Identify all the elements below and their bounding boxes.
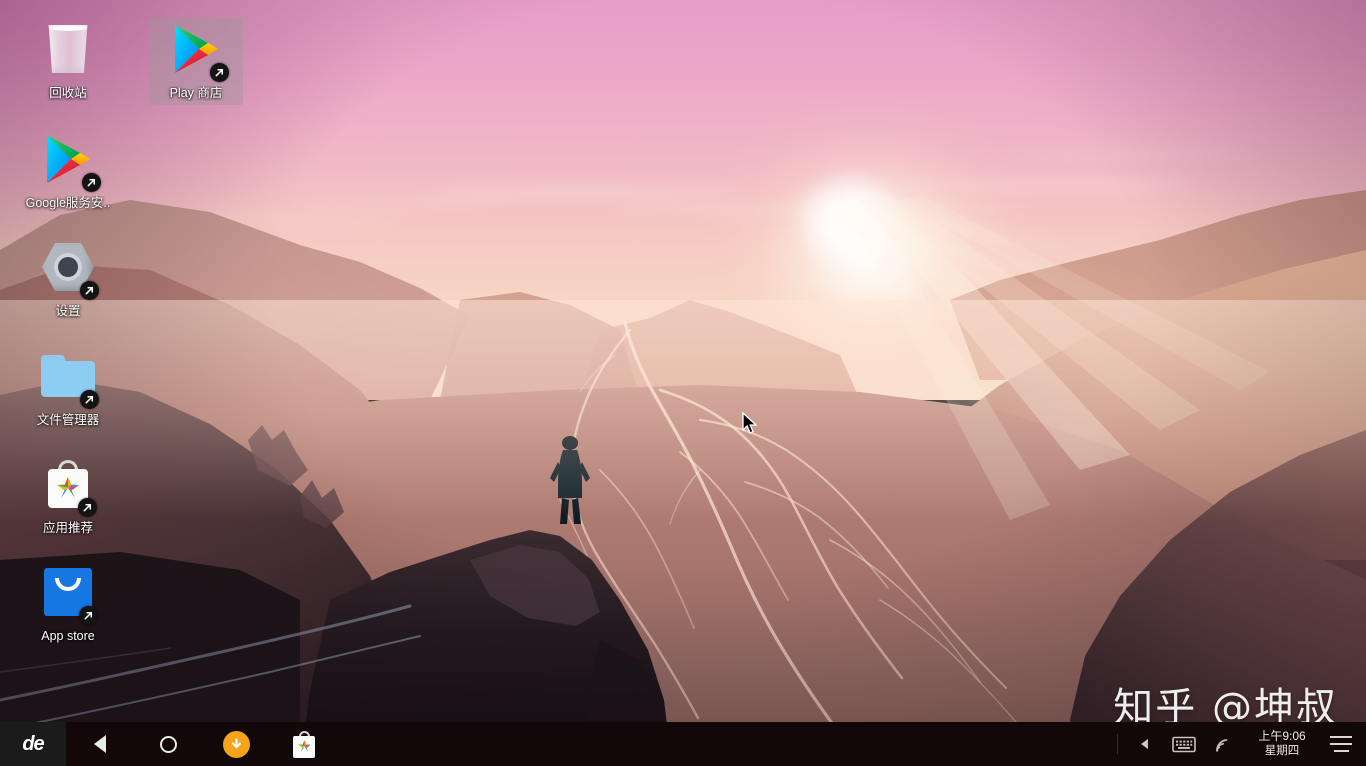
clock-day: 星期四 <box>1264 745 1300 757</box>
star-bag-icon <box>292 730 316 758</box>
back-triangle-icon <box>94 735 106 753</box>
desktop-icon-label: Play 商店 <box>169 86 223 100</box>
hamburger-menu-icon <box>1330 736 1352 738</box>
desktop-icon-file-manager[interactable]: 文件管理器 <box>21 345 115 428</box>
chevron-left-icon <box>1140 739 1148 749</box>
shortcut-arrow-icon <box>79 606 98 625</box>
hamburger-menu-icon <box>1330 743 1352 745</box>
download-arrow-icon <box>222 730 250 758</box>
keyboard-button[interactable] <box>1164 722 1204 766</box>
desktop-icon-label: Google服务安.. <box>25 196 111 210</box>
desktop-icon-google-services[interactable]: Google服务安.. <box>21 128 115 211</box>
taskbar-clock[interactable]: 上午9:06 星期四 <box>1244 729 1320 759</box>
icon-graphic-wrap <box>21 236 115 300</box>
icon-graphic-wrap <box>149 18 243 82</box>
icon-graphic-wrap <box>21 345 115 409</box>
desktop-icon-recycle-bin[interactable]: 回收站 <box>21 18 115 101</box>
clock-time: 上午9:06 <box>1258 729 1306 743</box>
desktop-icon-app-recommend[interactable]: 应用推荐 <box>21 453 115 536</box>
system-tray: 上午9:06 星期四 <box>1111 722 1366 766</box>
desktop-icon-label: 设置 <box>55 304 81 318</box>
launcher-button[interactable]: de <box>0 722 66 766</box>
desktop-icon-label: App store <box>41 629 95 643</box>
shortcut-arrow-icon <box>82 173 101 192</box>
desktop-icon-label: 应用推荐 <box>42 521 93 535</box>
taskbar-appstore-button[interactable] <box>270 722 338 766</box>
hamburger-menu-icon <box>1333 750 1349 752</box>
tray-expand-button[interactable] <box>1124 722 1164 766</box>
desktop-icon-label: 回收站 <box>49 86 87 100</box>
downloads-button[interactable] <box>202 722 270 766</box>
trash-icon <box>48 25 88 73</box>
wifi-signal-icon <box>1216 739 1228 752</box>
desktop-icon-label: 文件管理器 <box>36 413 100 427</box>
shortcut-arrow-icon <box>78 498 97 517</box>
home-button[interactable] <box>134 722 202 766</box>
home-circle-icon <box>159 735 177 753</box>
taskbar-nav-group <box>66 722 338 766</box>
desktop-icon-settings[interactable]: 设置 <box>21 236 115 319</box>
taskbar: de 上午9:06 星期四 <box>0 722 1366 766</box>
shortcut-arrow-icon <box>80 390 99 409</box>
network-button[interactable] <box>1204 722 1244 766</box>
back-button[interactable] <box>66 722 134 766</box>
taskbar-menu-button[interactable] <box>1320 722 1362 766</box>
shortcut-arrow-icon <box>80 281 99 300</box>
icon-graphic-wrap <box>21 128 115 192</box>
desktop-icon-app-store[interactable]: App store <box>21 561 115 644</box>
shortcut-arrow-icon <box>210 63 229 82</box>
keyboard-icon <box>1172 736 1196 752</box>
desktop-icon-play-store[interactable]: Play 商店 <box>149 18 243 105</box>
icon-graphic-wrap <box>21 18 115 80</box>
desktop-screen: 回收站 Play 商店 Google服务安.. 设置 文件管理器 应用推荐 Ap… <box>0 0 1366 766</box>
tray-divider <box>1117 734 1118 754</box>
launcher-logo: de <box>22 732 44 755</box>
icon-graphic-wrap <box>21 561 115 625</box>
desktop-icon-grid: 回收站 Play 商店 Google服务安.. 设置 文件管理器 应用推荐 Ap… <box>0 0 300 720</box>
icon-graphic-wrap <box>21 453 115 517</box>
